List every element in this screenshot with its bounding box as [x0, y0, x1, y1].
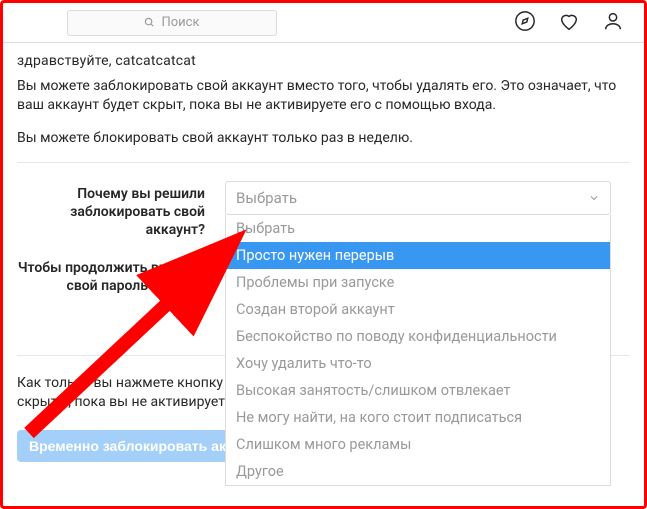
topbar: Поиск [3, 3, 644, 43]
dropdown-option[interactable]: Выбрать [226, 215, 610, 242]
dropdown-option[interactable]: Высокая занятость/слишком отвлекает [226, 377, 610, 404]
reason-label: Почему вы решили заблокировать свой акка… [17, 181, 225, 239]
explore-icon[interactable] [514, 10, 536, 36]
chevron-down-icon [588, 192, 600, 204]
password-label: Чтобы продолжить введите свой пароль еще… [17, 255, 225, 295]
dropdown-option[interactable]: Не могу найти, на кого стоит подписаться [226, 404, 610, 431]
search-icon [144, 17, 155, 28]
dropdown-option[interactable]: Беспокойство по поводу конфиденциальност… [226, 323, 610, 350]
profile-icon[interactable] [602, 10, 624, 36]
info-paragraph-2: Вы можете блокировать свой аккаунт тольк… [17, 129, 630, 148]
dropdown-option[interactable]: Другое [226, 458, 610, 485]
dropdown-option[interactable]: Слишком много рекламы [226, 431, 610, 458]
select-placeholder: Выбрать [236, 189, 297, 207]
search-placeholder: Поиск [161, 15, 199, 30]
dropdown-option[interactable]: Просто нужен перерыв [226, 242, 610, 269]
dropdown-option[interactable]: Проблемы при запуске [226, 269, 610, 296]
cutoff-text: здравствуйте, catcatcatcat [17, 53, 630, 69]
reason-dropdown: ВыбратьПросто нужен перерывПроблемы при … [225, 215, 611, 486]
activity-icon[interactable] [558, 10, 580, 36]
reason-select[interactable]: Выбрать [225, 181, 611, 215]
search-input[interactable]: Поиск [67, 10, 277, 36]
dropdown-option[interactable]: Создан второй аккаунт [226, 296, 610, 323]
info-paragraph-1: Вы можете заблокировать свой аккаунт вме… [17, 77, 630, 115]
dropdown-option[interactable]: Хочу удалить что-то [226, 350, 610, 377]
divider [17, 162, 630, 163]
